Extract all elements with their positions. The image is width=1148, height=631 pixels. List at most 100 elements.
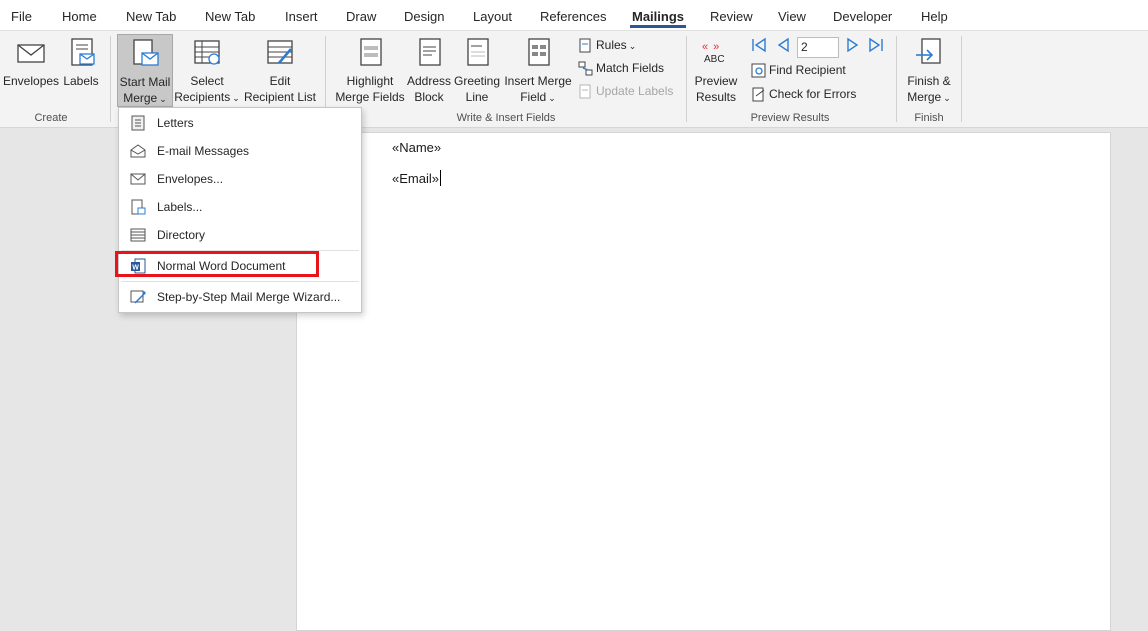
address-block-button[interactable]: Address Block bbox=[406, 37, 452, 105]
group-label-write-insert: Write & Insert Fields bbox=[456, 112, 556, 124]
menu-separator bbox=[121, 281, 359, 282]
match-fields-button[interactable]: Match Fields bbox=[578, 58, 664, 78]
address-block-label-2: Block bbox=[414, 90, 444, 104]
update-labels-label: Update Labels bbox=[596, 84, 674, 98]
tab-new-tab-2[interactable]: New Tab bbox=[205, 0, 255, 31]
check-errors-icon bbox=[752, 87, 765, 102]
tab-developer[interactable]: Developer bbox=[833, 0, 892, 31]
tab-file[interactable]: File bbox=[11, 0, 32, 31]
menu-item-envelopes[interactable]: Envelopes... bbox=[119, 166, 361, 192]
record-number-input[interactable]: 2 bbox=[797, 37, 839, 58]
finish-merge-button[interactable]: Finish & Merge ⌄ bbox=[904, 37, 954, 106]
find-recipient-label: Find Recipient bbox=[769, 63, 846, 77]
check-for-errors-button[interactable]: Check for Errors bbox=[751, 84, 856, 104]
menu-item-label: E-mail Messages bbox=[157, 144, 250, 158]
tab-new-tab-1[interactable]: New Tab bbox=[126, 0, 176, 31]
chevron-down-icon: ⌄ bbox=[159, 94, 167, 104]
menu-item-label: Step-by-Step Mail Merge Wizard... bbox=[157, 290, 341, 304]
match-fields-icon bbox=[578, 61, 593, 76]
tab-view[interactable]: View bbox=[778, 0, 806, 31]
merge-field-email-line[interactable]: «Email» bbox=[392, 170, 441, 186]
rules-button[interactable]: Rules ⌄ bbox=[578, 35, 636, 55]
greeting-line-label-1: Greeting bbox=[453, 74, 501, 88]
envelopes-button[interactable]: Envelopes bbox=[3, 37, 59, 89]
labels-icon bbox=[131, 199, 146, 215]
find-recipient-icon bbox=[751, 63, 766, 78]
preview-results-label-1: Preview bbox=[694, 74, 738, 88]
tab-layout[interactable]: Layout bbox=[473, 0, 512, 31]
highlight-merge-fields-button[interactable]: Highlight Merge Fields bbox=[335, 37, 405, 105]
menu-item-mail-merge-wizard[interactable]: Step-by-Step Mail Merge Wizard... bbox=[119, 284, 361, 310]
email-message-icon bbox=[130, 144, 146, 158]
edit-recipient-list-label-2: Recipient List bbox=[243, 90, 317, 104]
tab-mailings[interactable]: Mailings bbox=[629, 0, 687, 31]
start-mail-merge-icon bbox=[133, 39, 159, 66]
previous-record-icon[interactable] bbox=[775, 37, 791, 53]
envelopes-label: Envelopes bbox=[3, 74, 60, 88]
address-block-icon bbox=[419, 38, 441, 66]
start-mail-merge-menu: Letters E-mail Messages Envelopes... Lab… bbox=[118, 107, 362, 313]
group-separator bbox=[110, 36, 111, 122]
find-recipient-button[interactable]: Find Recipient bbox=[751, 60, 846, 80]
menu-item-email-messages[interactable]: E-mail Messages bbox=[119, 138, 361, 164]
address-block-label-1: Address bbox=[406, 74, 452, 88]
directory-icon bbox=[130, 228, 146, 242]
group-label-create: Create bbox=[34, 112, 68, 124]
insert-merge-field-label-1: Insert Merge bbox=[504, 74, 572, 88]
menu-item-labels[interactable]: Labels... bbox=[119, 194, 361, 220]
greeting-line-button[interactable]: Greeting Line bbox=[453, 37, 501, 105]
group-label-finish: Finish bbox=[914, 112, 944, 124]
check-for-errors-label: Check for Errors bbox=[769, 87, 857, 101]
insert-merge-field-button[interactable]: Insert Merge Field ⌄ bbox=[503, 37, 573, 106]
start-mail-merge-button[interactable]: Start Mail Merge ⌄ bbox=[117, 34, 173, 107]
menu-item-label: Labels... bbox=[157, 200, 203, 214]
greeting-line-label-2: Line bbox=[465, 90, 489, 104]
group-label-preview-results: Preview Results bbox=[750, 112, 830, 124]
update-labels-button[interactable]: Update Labels bbox=[578, 81, 673, 101]
greeting-line-icon bbox=[467, 38, 489, 66]
tab-insert[interactable]: Insert bbox=[285, 0, 318, 31]
chevron-down-icon: ⌄ bbox=[628, 41, 637, 51]
finish-merge-icon bbox=[916, 38, 941, 64]
match-fields-label: Match Fields bbox=[596, 61, 665, 75]
edit-list-icon bbox=[267, 40, 293, 64]
labels-button[interactable]: Labels bbox=[62, 37, 100, 89]
envelope-icon bbox=[130, 173, 146, 185]
merge-field-name[interactable]: «Name» bbox=[392, 140, 441, 155]
insert-merge-field-icon bbox=[528, 38, 550, 66]
menu-item-label: Directory bbox=[157, 228, 206, 242]
highlight-label-1: Highlight bbox=[346, 74, 394, 88]
envelope-icon bbox=[17, 44, 45, 63]
document-page[interactable]: «Name» «Email» bbox=[296, 132, 1111, 631]
tab-review[interactable]: Review bbox=[710, 0, 753, 31]
select-recipients-label-2: Recipients bbox=[174, 90, 231, 104]
first-record-icon[interactable] bbox=[751, 37, 767, 53]
start-mail-merge-label-2: Merge bbox=[123, 91, 158, 105]
group-separator bbox=[686, 36, 687, 122]
select-recipients-label-1: Select bbox=[190, 74, 224, 88]
merge-field-email[interactable]: «Email» bbox=[392, 171, 439, 186]
tab-home[interactable]: Home bbox=[62, 0, 97, 31]
highlight-fields-icon bbox=[360, 38, 382, 66]
start-mail-merge-label-1: Start Mail bbox=[119, 75, 171, 89]
letter-icon bbox=[131, 115, 145, 131]
tab-help[interactable]: Help bbox=[921, 0, 948, 31]
group-separator bbox=[961, 36, 962, 122]
preview-results-button[interactable]: « » ABC Preview Results bbox=[693, 37, 739, 105]
chevron-down-icon: ⌄ bbox=[232, 93, 240, 103]
edit-recipient-list-label-1: Edit bbox=[269, 74, 291, 88]
tab-design[interactable]: Design bbox=[404, 0, 444, 31]
menu-item-label: Letters bbox=[157, 116, 194, 130]
menu-item-letters[interactable]: Letters bbox=[119, 110, 361, 136]
wizard-icon bbox=[130, 290, 146, 304]
next-record-icon[interactable] bbox=[845, 37, 861, 53]
select-recipients-button[interactable]: Select Recipients ⌄ bbox=[174, 37, 240, 106]
preview-abc-icon: « » ABC bbox=[698, 37, 734, 71]
tab-draw[interactable]: Draw bbox=[346, 0, 376, 31]
edit-recipient-list-button[interactable]: Edit Recipient List bbox=[243, 37, 317, 105]
last-record-icon[interactable] bbox=[868, 37, 884, 53]
finish-merge-label-1: Finish & bbox=[907, 74, 951, 88]
tab-references[interactable]: References bbox=[540, 0, 606, 31]
menu-item-directory[interactable]: Directory bbox=[119, 222, 361, 248]
ribbon-tab-bar: File Home New Tab New Tab Insert Draw De… bbox=[0, 0, 1148, 31]
